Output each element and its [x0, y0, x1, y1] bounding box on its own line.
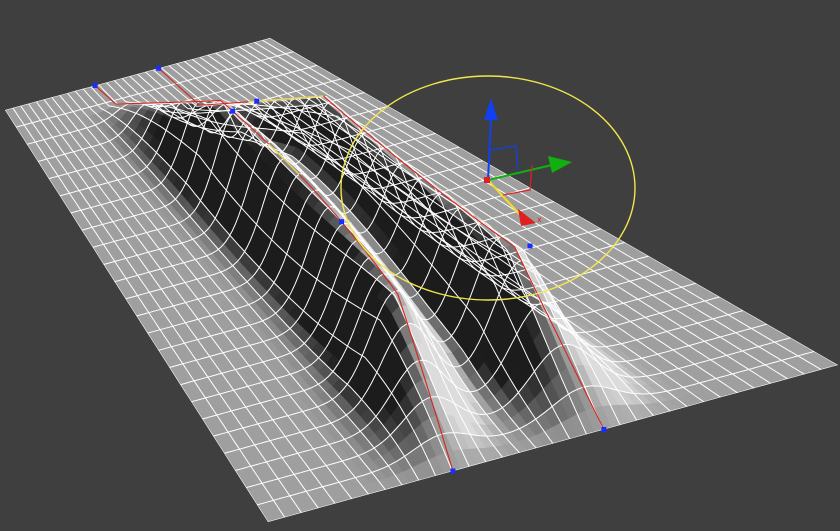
gizmo-z-arrow-icon[interactable] [484, 98, 498, 120]
spline-vertex[interactable] [527, 243, 533, 249]
gizmo-xz-plane-handle[interactable] [489, 145, 519, 171]
gizmo-pivot-point[interactable] [484, 177, 490, 183]
gizmo-x-label: x [537, 215, 542, 224]
3d-viewport[interactable]: x [0, 0, 840, 531]
spline-vertex[interactable] [339, 219, 344, 225]
spline-vertex[interactable] [156, 65, 162, 71]
viewport-scene[interactable]: x [0, 0, 840, 531]
spline-vertex[interactable] [450, 468, 456, 474]
gizmo-y-arrow-icon[interactable] [548, 156, 572, 173]
spline-vertex[interactable] [92, 83, 98, 88]
spline-vertex[interactable] [254, 98, 260, 104]
spline-vertex[interactable] [230, 108, 236, 114]
spline-vertex[interactable] [601, 427, 607, 432]
